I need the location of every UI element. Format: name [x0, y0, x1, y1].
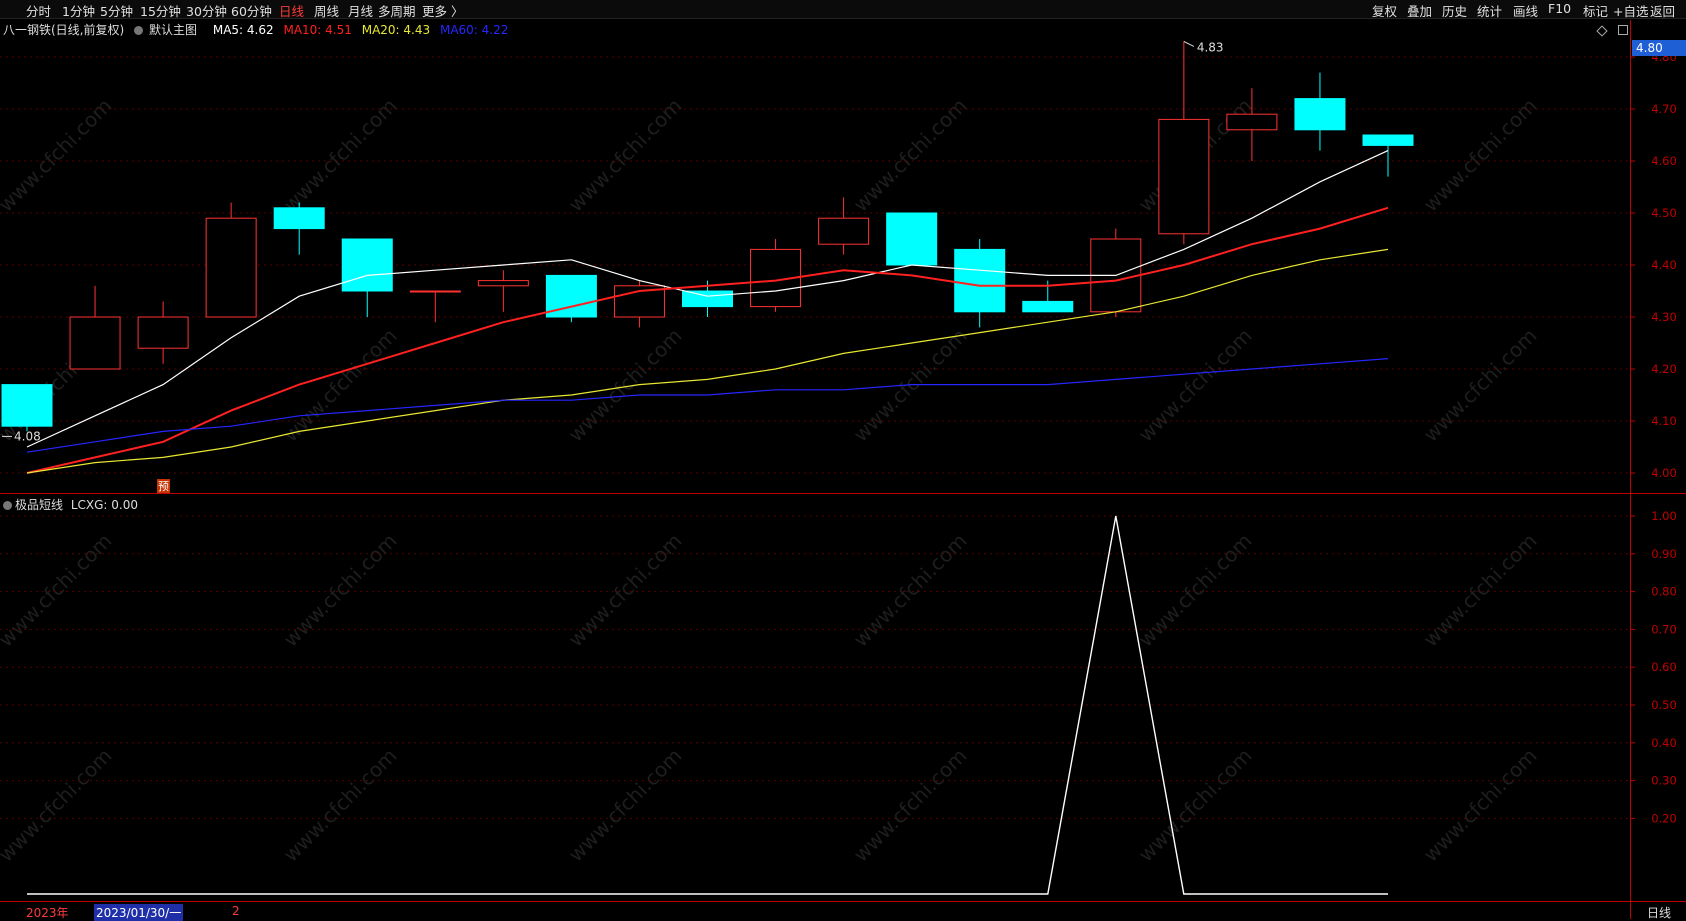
high-annotation: 4.83 [1197, 40, 1224, 54]
watermark-16: www.cfchi.com [1134, 529, 1257, 652]
watermark-17: www.cfchi.com [1419, 529, 1542, 652]
main-chart-legend: 八一钢铁(日线,前复权) 默认主图 MA5: 4.62 MA10: 4.51 M… [3, 21, 514, 37]
sub-tick-label-5: 0.70 [1651, 622, 1677, 636]
main-tick-label-6: 4.60 [1651, 154, 1677, 168]
time-axis-bar: 2023年 2023/01/30/一 2 日线 [0, 902, 1686, 921]
sub-tick-label-0: 0.20 [1651, 811, 1677, 825]
watermark-12: www.cfchi.com [0, 529, 117, 652]
toolbar-item-8[interactable]: 月线 [348, 1, 373, 20]
watermark-13: www.cfchi.com [279, 529, 402, 652]
lcxg-value: LCXG: 0.00 [70, 498, 139, 512]
sub-tick-label-4: 0.60 [1651, 660, 1677, 674]
main-tick-label-4: 4.40 [1651, 258, 1677, 272]
sub-tick-label-3: 0.50 [1651, 698, 1677, 712]
candle-body-14 [954, 248, 1006, 313]
high-annotation-pointer [1183, 40, 1195, 47]
sub-tick-label-2: 0.40 [1651, 736, 1677, 750]
ma60-value: MA60: 4.22 [439, 23, 509, 37]
toolbar-right-item-6[interactable]: 标记 [1583, 1, 1608, 20]
main-tick-label-1: 4.10 [1651, 414, 1677, 428]
toolbar-right-item-5[interactable]: F10 [1548, 1, 1571, 16]
stock-title[interactable]: 八一钢铁(日线,前复权) [3, 23, 124, 37]
watermark-3: www.cfchi.com [849, 94, 972, 217]
candle-body-15 [1022, 300, 1074, 313]
ma10-value: MA10: 4.51 [283, 23, 352, 37]
toolbar-right-item-1[interactable]: 叠加 [1407, 1, 1432, 20]
watermark-20: www.cfchi.com [564, 744, 687, 867]
toolbar-item-2[interactable]: 5分钟 [100, 1, 133, 20]
toolbar-item-9[interactable]: 多周期 [378, 1, 416, 20]
candle-body-13 [886, 212, 938, 266]
candle-body-6 [409, 290, 461, 293]
candle-body-2 [137, 316, 189, 349]
toolbar-item-3[interactable]: 15分钟 [140, 1, 181, 20]
ma20-value: MA20: 4.43 [361, 23, 431, 37]
candle-body-17 [1158, 118, 1210, 235]
chart-canvas[interactable]: www.cfchi.com www.cfchi.com www.cfchi.com w… [0, 0, 1686, 919]
toolbar-right-item-2[interactable]: 历史 [1442, 1, 1467, 20]
watermark-18: www.cfchi.com [0, 744, 117, 867]
watermark-21: www.cfchi.com [849, 744, 972, 867]
candle-body-12 [818, 217, 870, 245]
toolbar-item-10[interactable]: 更多 〉 [422, 1, 463, 20]
main-tick-label-5: 4.50 [1651, 206, 1677, 220]
watermark-23: www.cfchi.com [1419, 744, 1542, 867]
main-tick-label-2: 4.20 [1651, 362, 1677, 376]
candle-body-3 [205, 217, 257, 318]
sub-tick-label-1: 0.30 [1651, 774, 1677, 788]
toolbar-right-item-4[interactable]: 画线 [1513, 1, 1538, 20]
toolbar-item-5[interactable]: 60分钟 [231, 1, 272, 20]
candle-body-7 [477, 280, 529, 287]
watermark-14: www.cfchi.com [564, 529, 687, 652]
month-marker: 2 [232, 904, 240, 918]
candle-body-4 [273, 207, 325, 230]
watermark-5: www.cfchi.com [1419, 94, 1542, 217]
watermark-15: www.cfchi.com [849, 529, 972, 652]
toolbar-right-item-0[interactable]: 复权 [1372, 1, 1397, 20]
main-tick-label-0: 4.00 [1651, 466, 1677, 480]
toolbar-item-6[interactable]: 日线 [279, 1, 304, 20]
candle-body-10 [682, 290, 733, 308]
toolbar-right-item-3[interactable]: 统计 [1477, 1, 1502, 20]
watermark-11: www.cfchi.com [1419, 324, 1542, 447]
sub-indicator-selector[interactable]: 极品短线 [3, 498, 63, 512]
sub-tick-label-7: 0.90 [1651, 547, 1677, 561]
watermark-1: www.cfchi.com [279, 94, 402, 217]
main-tick-label-7: 4.70 [1651, 102, 1677, 116]
sub-tick-label-6: 0.80 [1651, 585, 1677, 599]
period-toolbar: 分时 1分钟 5分钟 15分钟 30分钟 60分钟 日线 周线 月线 多周期 更多 〉 复权 叠加 历史统… [0, 0, 1686, 19]
toolbar-right-item-7[interactable]: +自选 [1613, 1, 1648, 20]
watermark-19: www.cfchi.com [279, 744, 402, 867]
toolbar-item-7[interactable]: 周线 [314, 1, 339, 20]
dropdown-circle-icon [134, 26, 144, 35]
toolbar-item-0[interactable]: 分时 [26, 1, 51, 20]
watermark-10: www.cfchi.com [1134, 324, 1257, 447]
watermark-8: www.cfchi.com [564, 324, 687, 447]
toolbar-item-4[interactable]: 30分钟 [186, 1, 227, 20]
candle-body-5 [341, 238, 393, 292]
toolbar-item-1[interactable]: 1分钟 [62, 1, 95, 20]
candle-body-19 [1294, 98, 1346, 131]
main-tick-label-3: 4.30 [1651, 310, 1677, 324]
current-price-tag: 4.80 [1632, 40, 1686, 56]
year-label: 2023年 [26, 906, 69, 920]
watermark-22: www.cfchi.com [1134, 744, 1257, 867]
square-icon[interactable] [1618, 25, 1628, 35]
indicator-selector[interactable]: 默认主图 [134, 23, 203, 37]
candle-body-1 [69, 316, 121, 370]
low-annotation: 4.08 [14, 429, 41, 443]
sub-chart-legend: 极品短线 LCXG: 0.00 [3, 496, 138, 512]
watermark-2: www.cfchi.com [564, 94, 687, 217]
ma5-value: MA5: 4.62 [212, 23, 274, 37]
forecast-badge: 预 [158, 480, 169, 493]
sub-tick-label-8: 1.00 [1651, 509, 1677, 523]
period-label[interactable]: 日线 [1647, 904, 1671, 921]
candle-body-18 [1226, 113, 1278, 131]
watermark-0: www.cfchi.com [0, 94, 117, 217]
candle-body-20 [1362, 134, 1414, 146]
toolbar-right-item-8[interactable]: 返回 [1650, 1, 1675, 20]
cursor-date-label: 2023/01/30/一 [94, 904, 184, 921]
dropdown-circle-icon [3, 501, 12, 510]
candle-body-0 [1, 384, 53, 427]
